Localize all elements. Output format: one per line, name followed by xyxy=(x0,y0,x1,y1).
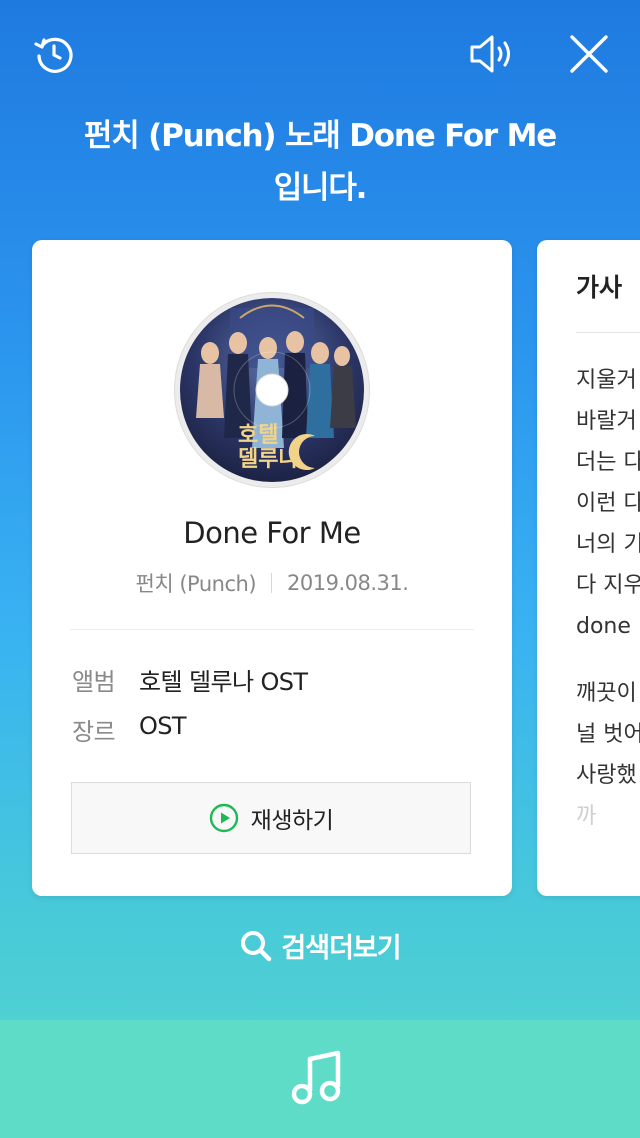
lyrics-list: 지울거 바랄거 더는 다 이런 다 너의 기 다 지우 done 깨끗이 널 벗… xyxy=(576,360,640,837)
album-label: 앨범 xyxy=(72,668,116,696)
album-row: 앨범 호텔 델루나 OST xyxy=(72,662,308,697)
music-recognition-screen: 펀치 (Punch) 노래 Done For Me 입니다. 호텔 델루나 Do… xyxy=(0,0,640,1138)
lyrics-line: 깨끗이 xyxy=(576,681,637,706)
song-title: Done For Me xyxy=(183,516,361,550)
headline-line-1: 펀치 (Punch) 노래 Done For Me xyxy=(83,118,557,154)
lyrics-card[interactable]: 가사 지울거 바랄거 더는 다 이런 다 너의 기 다 지우 done 깨끗이 … xyxy=(537,240,640,896)
genre-row: 장르 OST xyxy=(72,712,187,747)
close-icon xyxy=(570,35,608,73)
play-button[interactable]: 재생하기 xyxy=(71,782,471,854)
lyrics-line: 다 지우 xyxy=(576,573,640,598)
lyrics-line: 더는 다 xyxy=(576,450,640,475)
meta-separator xyxy=(271,573,273,593)
search-more-label: 검색더보기 xyxy=(281,933,401,964)
album-disc: 호텔 델루나 xyxy=(174,292,370,488)
lyrics-line: 까 xyxy=(576,804,597,829)
result-headline: 펀치 (Punch) 노래 Done For Me 입니다. xyxy=(40,110,600,214)
speaker-icon xyxy=(470,35,510,73)
genre-label: 장르 xyxy=(72,718,116,746)
headline-line-2: 입니다. xyxy=(273,170,368,206)
search-icon xyxy=(241,930,272,961)
search-more-button[interactable]: 검색더보기 xyxy=(0,926,640,965)
sound-button[interactable] xyxy=(464,26,520,82)
lyrics-line: 바랄거 xyxy=(576,409,637,434)
play-icon xyxy=(209,803,238,833)
genre-value: OST xyxy=(139,712,187,740)
bottom-music-bar[interactable] xyxy=(0,1020,640,1138)
play-label: 재생하기 xyxy=(250,808,334,834)
song-meta: 펀치 (Punch) 2019.08.31. xyxy=(32,568,512,598)
lyrics-line: done xyxy=(576,614,631,639)
lyrics-line: 지울거 xyxy=(576,368,637,393)
music-note-icon xyxy=(291,1050,341,1105)
album-value[interactable]: 호텔 델루나 OST xyxy=(139,662,308,697)
lyrics-line: 이런 다 xyxy=(576,491,640,516)
lyrics-title: 가사 xyxy=(576,273,623,302)
close-button[interactable] xyxy=(561,26,617,82)
artist-name[interactable]: 펀치 (Punch) xyxy=(136,568,257,598)
lyrics-line: 너의 기 xyxy=(576,532,640,557)
release-date: 2019.08.31. xyxy=(287,571,409,595)
lyrics-line: 사랑했 xyxy=(576,763,637,788)
lyrics-divider xyxy=(576,332,640,333)
lyrics-gap xyxy=(576,647,640,673)
history-icon xyxy=(34,37,73,73)
song-info-card[interactable]: 호텔 델루나 Done For Me 펀치 (Punch) 2019.08.31… xyxy=(32,240,512,896)
lyrics-line: 널 벗어 xyxy=(576,722,640,747)
history-button[interactable] xyxy=(26,26,82,82)
card-divider xyxy=(70,629,474,630)
svg-text:호텔: 호텔 xyxy=(238,423,278,448)
album-art: 호텔 델루나 xyxy=(180,298,364,482)
